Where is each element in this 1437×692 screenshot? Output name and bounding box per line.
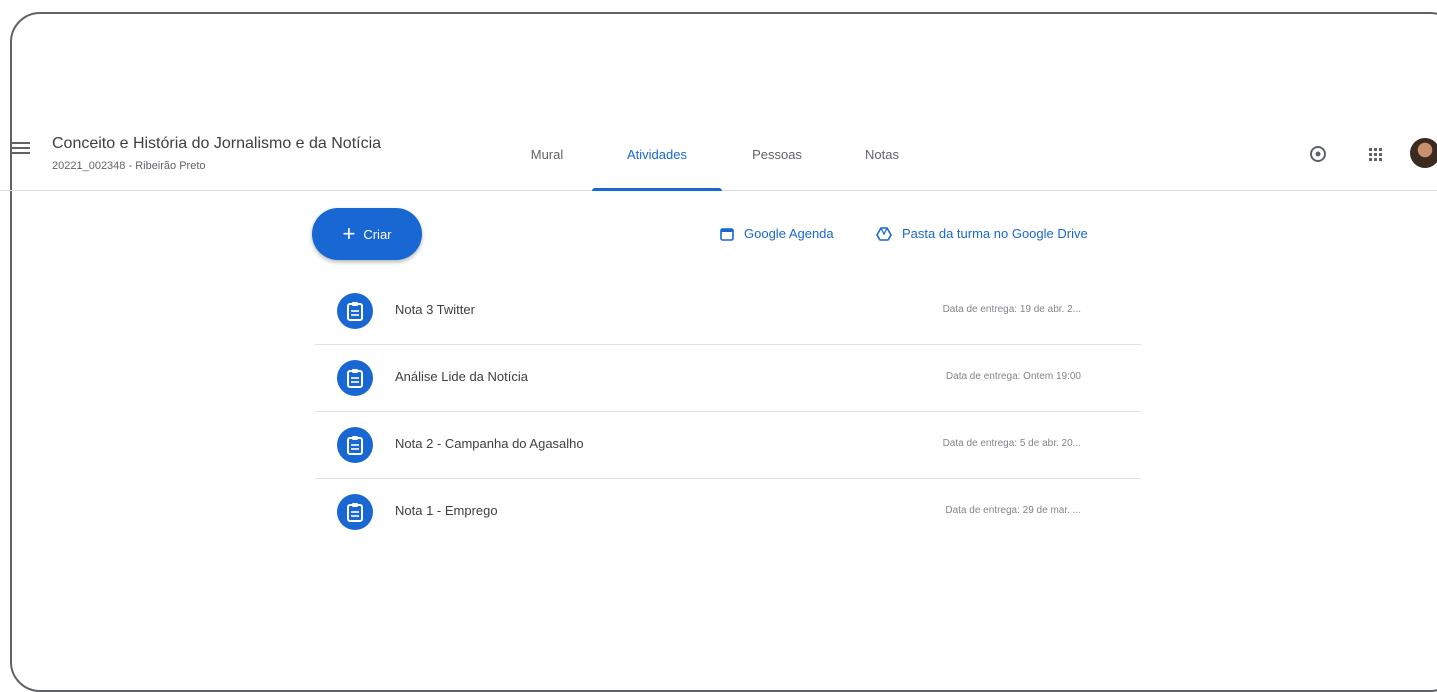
drive-folder-link[interactable]: Pasta da turma no Google Drive xyxy=(876,226,1088,241)
apps-grid-icon[interactable] xyxy=(1363,142,1387,166)
assignment-due-date: Data de entrega: Ontem 19:00 xyxy=(945,371,1081,382)
drive-folder-label: Pasta da turma no Google Drive xyxy=(902,226,1088,241)
menu-icon[interactable] xyxy=(12,142,30,156)
assignment-icon xyxy=(337,293,373,329)
assignment-title: Nota 1 - Emprego xyxy=(395,503,498,518)
assignment-title: Análise Lide da Notícia xyxy=(395,369,528,384)
assignment-title: Nota 2 - Campanha do Agasalho xyxy=(395,436,584,451)
calendar-icon xyxy=(720,227,734,241)
assignment-icon xyxy=(337,494,373,530)
assignment-title: Nota 3 Twitter xyxy=(395,302,475,317)
class-subtitle: 20221_002348 - Ribeirão Preto xyxy=(52,160,206,172)
create-button[interactable]: + Criar xyxy=(312,208,422,260)
gear-icon[interactable] xyxy=(1306,142,1330,166)
avatar[interactable] xyxy=(1410,138,1437,168)
tab-pessoas[interactable]: Pessoas xyxy=(742,120,812,189)
create-label: Criar xyxy=(363,226,392,242)
top-app-bar: Conceito e História do Jornalismo e da N… xyxy=(0,120,1437,191)
assignment-row[interactable]: Nota 3 Twitter Data de entrega: 19 de ab… xyxy=(315,278,1141,345)
assignment-row[interactable]: Análise Lide da Notícia Data de entrega:… xyxy=(315,345,1141,412)
class-title[interactable]: Conceito e História do Jornalismo e da N… xyxy=(52,135,381,153)
assignment-due-date: Data de entrega: 29 de mar. ... xyxy=(945,505,1081,516)
tab-atividades[interactable]: Atividades xyxy=(592,120,722,191)
tab-notas[interactable]: Notas xyxy=(852,120,912,189)
plus-icon: + xyxy=(342,221,356,246)
assignment-due-date: Data de entrega: 5 de abr. 20... xyxy=(942,438,1081,449)
google-calendar-link[interactable]: Google Agenda xyxy=(720,226,834,241)
assignment-icon xyxy=(337,427,373,463)
assignment-row[interactable]: Nota 2 - Campanha do Agasalho Data de en… xyxy=(315,412,1141,479)
assignment-due-date: Data de entrega: 19 de abr. 2... xyxy=(942,304,1081,315)
google-calendar-label: Google Agenda xyxy=(744,226,834,241)
tab-mural[interactable]: Mural xyxy=(522,120,572,189)
assignment-icon xyxy=(337,360,373,396)
assignment-list: Nota 3 Twitter Data de entrega: 19 de ab… xyxy=(315,278,1141,545)
drive-icon xyxy=(876,226,892,241)
assignment-row[interactable]: Nota 1 - Emprego Data de entrega: 29 de … xyxy=(315,479,1141,545)
